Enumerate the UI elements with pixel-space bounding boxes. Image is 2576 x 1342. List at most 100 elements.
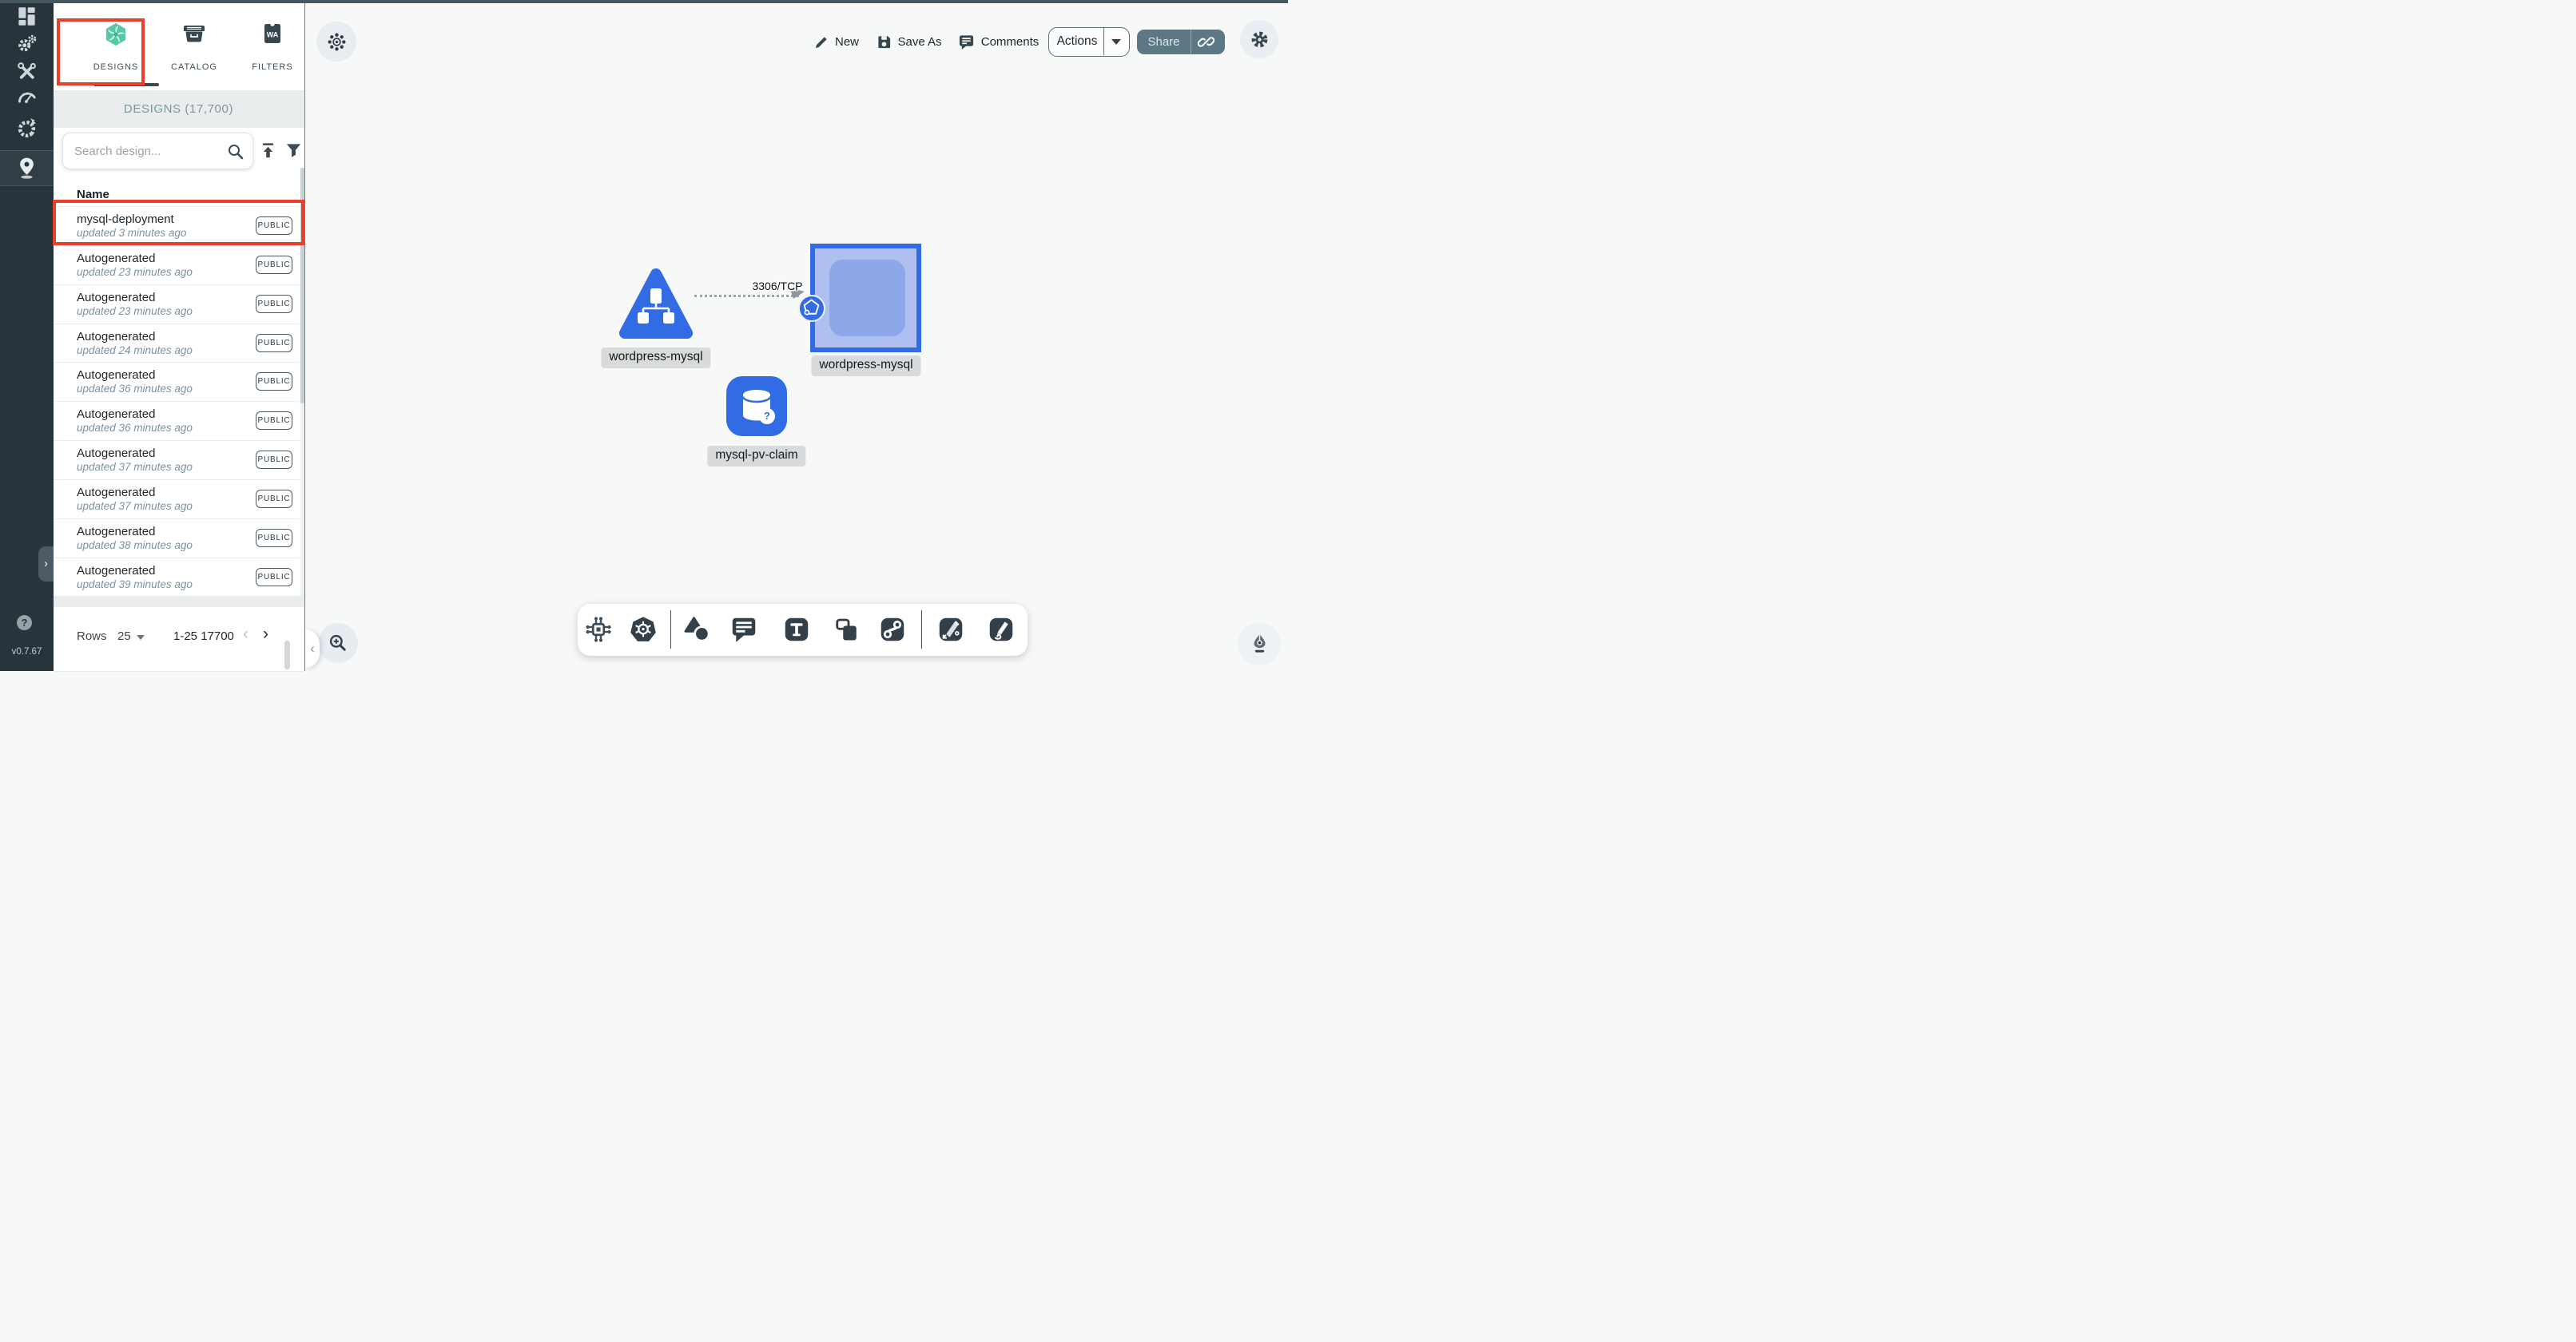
service-port-badge[interactable] [798,295,825,322]
tab-catalog[interactable]: CATALOG [156,11,233,91]
pen-tool-icon[interactable] [936,615,965,644]
save-as-button[interactable]: Save As [897,35,941,49]
actions-label: Actions [1049,28,1105,55]
k8s-service-pentagon-icon [800,296,823,320]
new-pencil-icon[interactable] [814,34,829,50]
deployment-node-label[interactable]: wordpress-mysql [601,347,710,368]
visibility-badge: PUBLIC [256,451,292,469]
zoom-in-magnifier-icon [328,633,348,653]
design-row[interactable]: mysql-deploymentupdated 3 minutes agoPUB… [54,207,300,246]
kanvas-pin-icon[interactable] [16,157,38,178]
actions-button[interactable]: Actions [1048,27,1130,57]
upload-icon[interactable] [259,141,277,160]
edge-port-label: 3306/TCP [752,280,802,292]
kubernetes-icon[interactable] [629,615,658,644]
rows-per-page-caret-icon[interactable] [137,635,145,640]
list-scrollbar-thumb[interactable] [300,168,304,403]
save-icon[interactable] [877,34,892,50]
tab-filters-label: FILTERS [234,62,311,72]
mesh-hub-icon [326,31,348,53]
edge-wordpress-to-service[interactable] [694,295,799,297]
tab-filters[interactable]: WA FILTERS [234,11,311,91]
design-row[interactable]: Autogeneratedupdated 38 minutes agoPUBLI… [54,519,300,558]
prev-page-button[interactable]: ‹ [243,625,248,644]
share-button[interactable]: Share [1137,30,1225,54]
pvc-node[interactable] [726,376,787,436]
chevron-right-icon: › [44,557,48,570]
design-row[interactable]: Autogeneratedupdated 37 minutes agoPUBLI… [54,480,300,519]
settings-gears-icon[interactable] [16,33,38,54]
design-row[interactable]: Autogeneratedupdated 24 minutes agoPUBLI… [54,324,300,363]
service-node-inner [829,260,905,336]
visibility-badge: PUBLIC [256,295,292,313]
note-tool-icon[interactable] [832,615,861,644]
pvc-node-label[interactable]: mysql-pv-claim [707,446,805,467]
help-icon[interactable]: ? [17,615,32,630]
design-row[interactable]: Autogeneratedupdated 23 minutes agoPUBLI… [54,246,300,285]
visibility-badge: PUBLIC [256,568,292,586]
comment-tool-icon[interactable] [729,615,758,644]
service-node-selected[interactable] [810,244,921,352]
actions-dropdown-caret-icon[interactable] [1111,39,1121,45]
tab-designs-label: DESIGNS [78,62,154,72]
rows-label: Rows [77,629,107,643]
rows-per-page-select[interactable]: 25 [117,629,131,643]
toolbox-icon[interactable] [16,61,38,82]
sidebar-divider [0,185,54,186]
zoom-button[interactable] [318,623,358,663]
service-node-label[interactable]: wordpress-mysql [811,355,920,376]
visibility-badge: PUBLIC [256,334,292,352]
shapes-icon[interactable] [683,615,712,644]
design-row[interactable]: Autogeneratedupdated 36 minutes agoPUBLI… [54,363,300,402]
search-icon[interactable] [226,142,245,161]
version-label: v0.7.67 [0,647,54,657]
gear-icon [1250,30,1270,50]
comments-icon[interactable] [958,34,975,50]
chevron-left-icon: ‹ [310,641,315,656]
search-input[interactable] [74,133,222,169]
tab-designs[interactable]: DESIGNS [78,11,154,91]
design-list: mysql-deploymentupdated 3 minutes agoPUB… [54,206,300,597]
design-row[interactable]: Autogeneratedupdated 39 minutes agoPUBLI… [54,558,300,598]
drawer-collapse-handle[interactable]: ‹ [305,629,320,668]
column-header-name: Name [77,188,109,201]
settings-button[interactable] [1240,20,1278,58]
performance-gauge-icon[interactable] [16,86,38,108]
comments-button[interactable]: Comments [981,35,1040,49]
design-row[interactable]: Autogeneratedupdated 23 minutes agoPUBLI… [54,285,300,324]
sidebar: › ? v0.7.67 [0,0,54,671]
designs-drawer: DESIGNS CATALOG WA FILTERS DESIGNS (17,7… [54,3,305,671]
design-row[interactable]: Autogeneratedupdated 37 minutes agoPUBLI… [54,441,300,480]
visibility-badge: PUBLIC [256,411,292,430]
visibility-badge: PUBLIC [256,216,292,235]
mesh-hub-button[interactable] [316,22,356,62]
design-row[interactable]: Autogeneratedupdated 36 minutes agoPUBLI… [54,402,300,441]
text-tool-icon[interactable] [782,615,811,644]
sidebar-expand-handle[interactable]: › [38,546,54,582]
copy-link-icon[interactable] [1198,34,1214,50]
filter-icon[interactable] [284,141,303,160]
visibility-badge: PUBLIC [256,490,292,508]
dock-divider [921,610,922,649]
pencil-draw-icon[interactable] [987,615,1016,644]
tab-catalog-label: CATALOG [156,62,233,72]
actions-divider [1103,28,1104,55]
mesh-icon[interactable] [16,117,38,139]
relationship-link-icon[interactable] [878,615,907,644]
new-button[interactable]: New [835,35,859,49]
top-strip [0,0,1288,3]
deployment-node[interactable] [618,267,694,340]
sidebar-divider [0,150,54,151]
next-page-button[interactable]: › [263,625,268,644]
ink-pen-button[interactable] [1238,622,1281,665]
active-tab-underline [93,83,159,86]
footer-scrollbar-thumb[interactable] [284,641,290,669]
search-box [62,133,253,169]
component-chip-icon[interactable] [584,615,613,644]
pen-nib-icon [1247,632,1272,657]
dashboard-icon[interactable] [16,6,38,27]
panel-gap [54,597,304,607]
visibility-badge: PUBLIC [256,529,292,547]
visibility-badge: PUBLIC [256,256,292,274]
share-label: Share [1137,30,1191,54]
